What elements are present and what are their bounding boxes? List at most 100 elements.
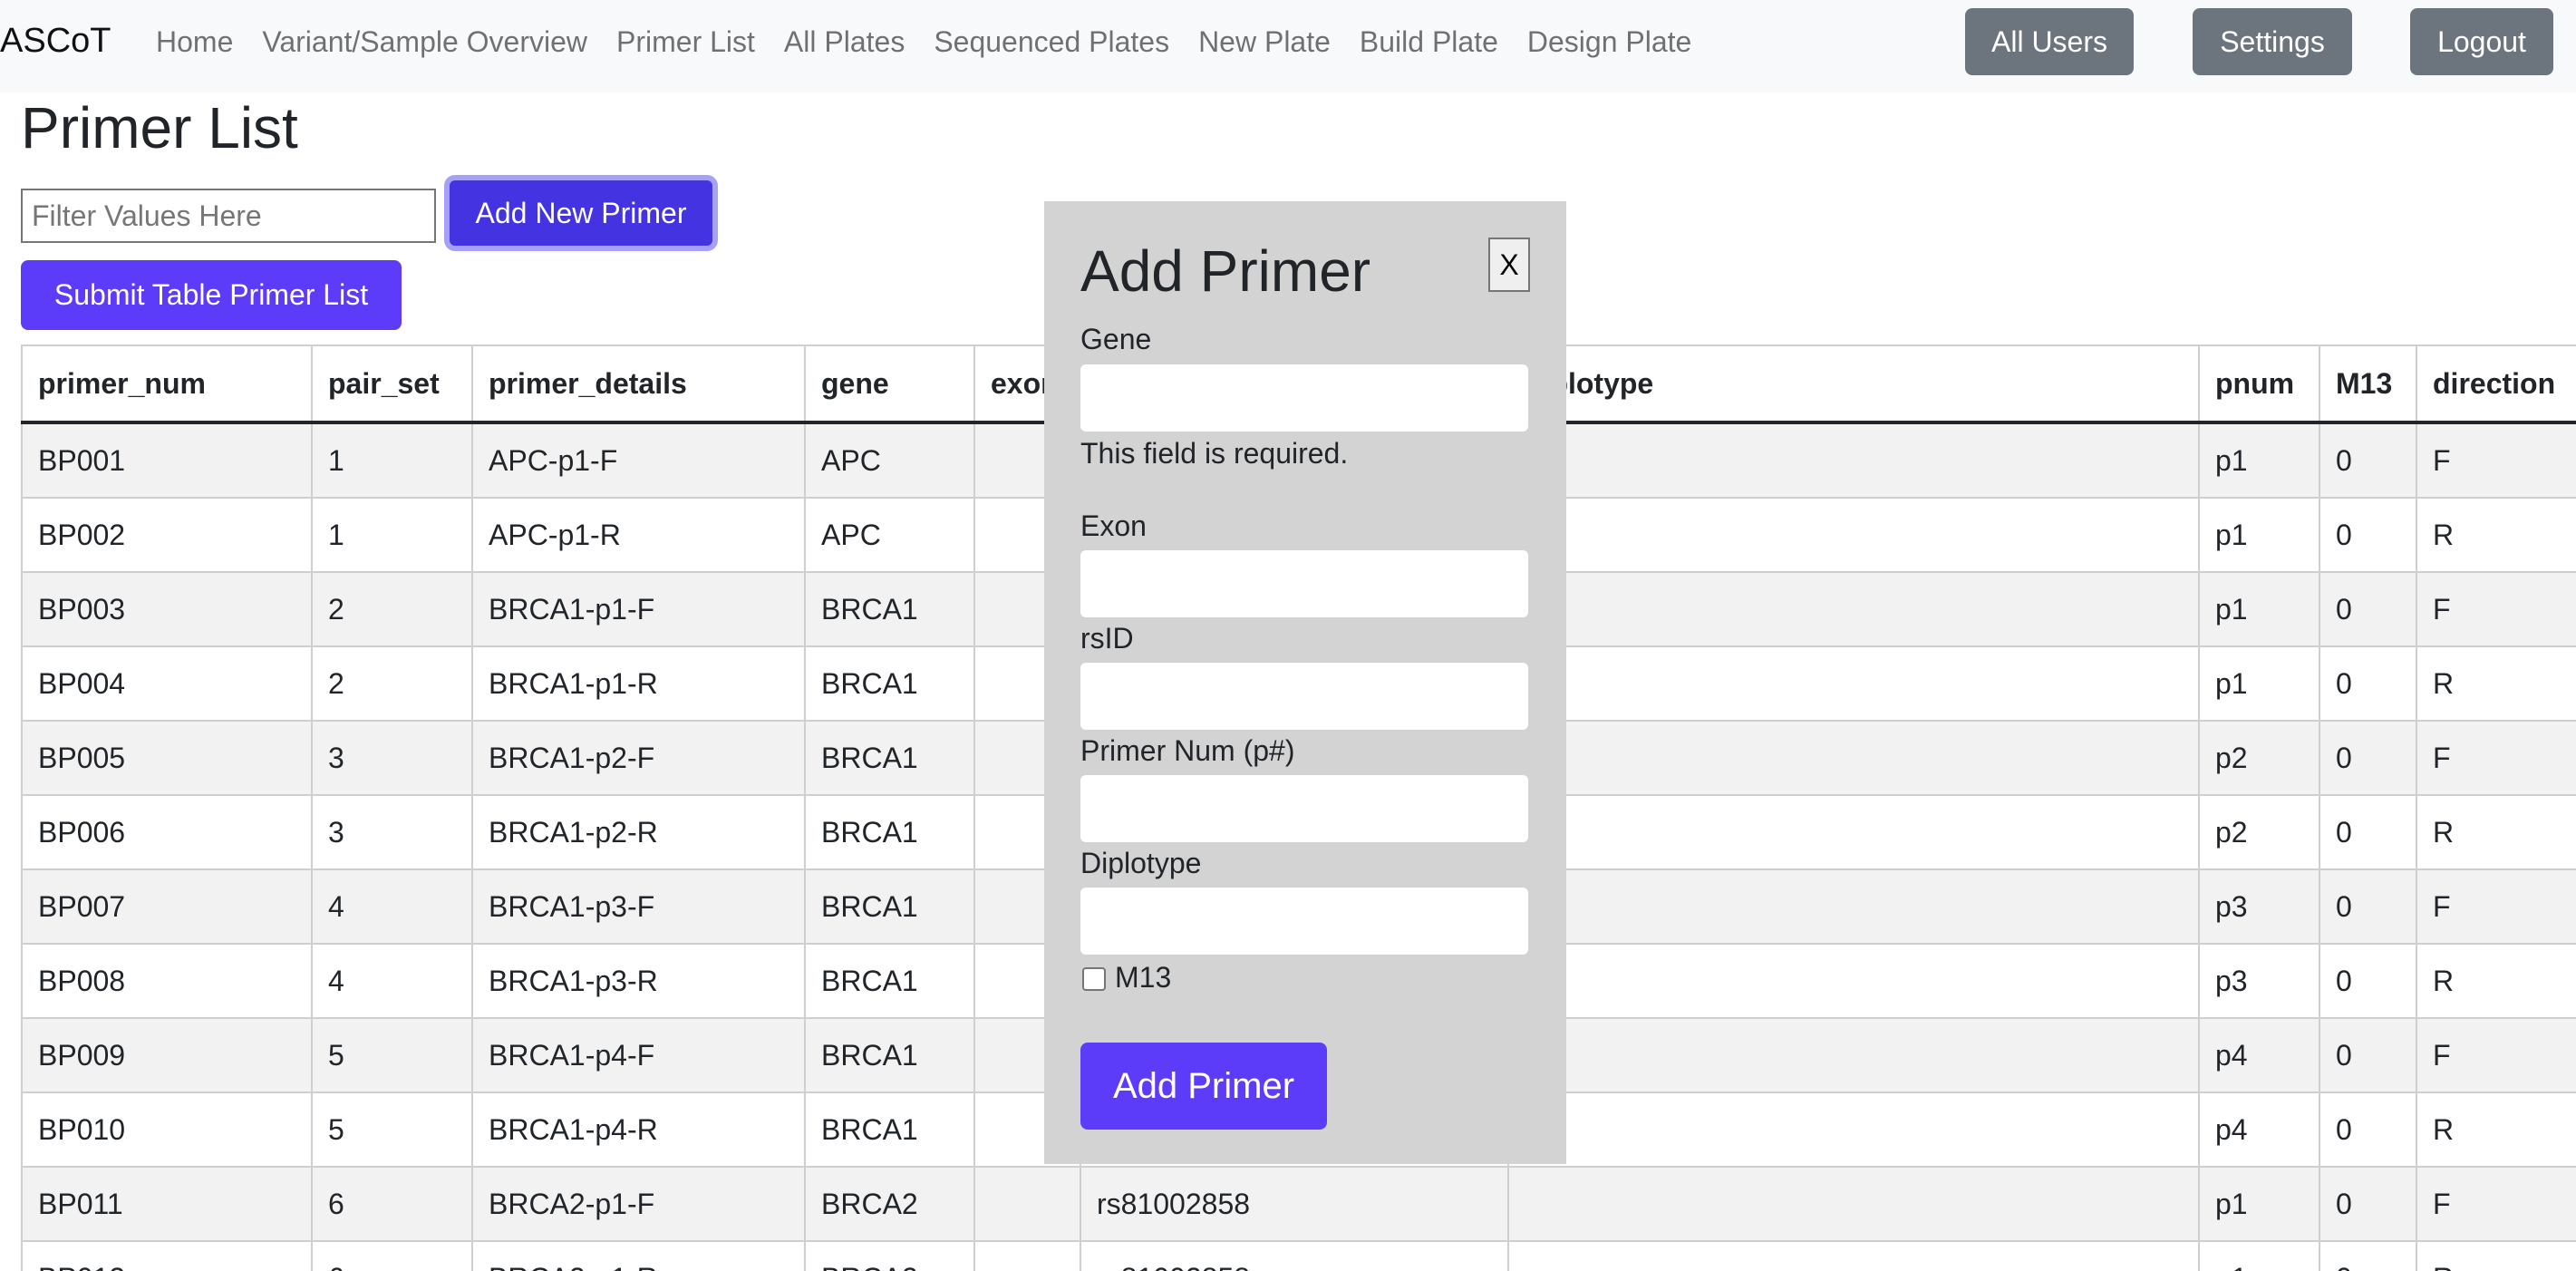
column-header-diplotype[interactable]: diplotype bbox=[1507, 344, 2200, 424]
table-cell-pnum: p1 bbox=[2198, 645, 2320, 722]
table-cell-diplotype bbox=[1507, 497, 2200, 573]
diplotype-input[interactable] bbox=[1080, 888, 1528, 955]
logout-button[interactable]: Logout bbox=[2410, 8, 2553, 75]
table-cell-primer-details: BRCA1-p2-F bbox=[471, 720, 806, 796]
nav-link-design-plate[interactable]: Design Plate bbox=[1527, 25, 1691, 59]
table-cell-direction: F bbox=[2416, 720, 2576, 796]
table-cell-pair-set: 2 bbox=[311, 645, 473, 722]
table-cell-primer-num: BP004 bbox=[21, 645, 313, 722]
exon-input[interactable] bbox=[1080, 550, 1528, 617]
table-row[interactable]: BP0126BRCA2-p1-RBRCA2 rs81002858 p10R bbox=[21, 1240, 2576, 1271]
column-header-primer-details[interactable]: primer_details bbox=[471, 344, 806, 424]
close-button[interactable]: X bbox=[1488, 238, 1530, 292]
table-cell-gene: BRCA1 bbox=[804, 645, 975, 722]
table-cell-m13: 0 bbox=[2319, 720, 2417, 796]
column-header-m13[interactable]: M13 bbox=[2319, 344, 2417, 424]
rsid-input[interactable] bbox=[1080, 663, 1528, 730]
table-cell-direction: F bbox=[2416, 868, 2576, 945]
table-cell-primer-num: BP009 bbox=[21, 1017, 313, 1093]
table-cell-diplotype bbox=[1507, 1166, 2200, 1242]
table-cell-diplotype bbox=[1507, 943, 2200, 1019]
modal-title: Add Primer bbox=[1080, 238, 1371, 304]
diplotype-label: Diplotype bbox=[1080, 847, 1202, 879]
all-users-button[interactable]: All Users bbox=[1965, 8, 2134, 75]
table-cell-gene: BRCA1 bbox=[804, 943, 975, 1019]
add-primer-submit-button[interactable]: Add Primer bbox=[1080, 1043, 1327, 1130]
table-row[interactable]: BP011 6 BRCA2-p1-F BRCA2 rs81002858 p1 0 F bbox=[21, 1166, 2576, 1242]
submit-table-primer-list-button[interactable]: Submit Table Primer List bbox=[21, 260, 402, 330]
table-cell-gene: BRCA1 bbox=[804, 868, 975, 945]
table-cell-m13: 0 bbox=[2319, 571, 2417, 647]
table-cell-direction: R bbox=[2416, 794, 2576, 870]
gene-input[interactable] bbox=[1080, 364, 1528, 432]
primer-num-input[interactable] bbox=[1080, 775, 1528, 842]
column-header-gene[interactable]: gene bbox=[804, 344, 975, 424]
table-cell-m13: 0 bbox=[2319, 1017, 2417, 1093]
table-cell-pnum: p1 bbox=[2198, 571, 2320, 647]
table-cell-primer-details: BRCA1-p4-R bbox=[471, 1092, 806, 1168]
table-cell-diplotype bbox=[1507, 1017, 2200, 1093]
table-cell-primer-details: APC-p1-R bbox=[471, 497, 806, 573]
nav-link-home[interactable]: Home bbox=[156, 25, 233, 59]
column-header-direction[interactable]: direction bbox=[2416, 344, 2576, 424]
table-cell-primer-num: BP002 bbox=[21, 497, 313, 573]
nav-link-primer-list[interactable]: Primer List bbox=[616, 25, 755, 59]
table-cell-pair-set: 4 bbox=[311, 868, 473, 945]
table-cell-gene: BRCA1 bbox=[804, 571, 975, 647]
nav-link-build-plate[interactable]: Build Plate bbox=[1360, 25, 1498, 59]
column-header-pair-set[interactable]: pair_set bbox=[311, 344, 473, 424]
gene-required-message: This field is required. bbox=[1080, 437, 1349, 470]
table-cell-primer-details: BRCA1-p4-F bbox=[471, 1017, 806, 1093]
table-cell-primer-num: BP006 bbox=[21, 794, 313, 870]
table-cell-direction: F bbox=[2416, 422, 2576, 499]
primer-num-label: Primer Num (p#) bbox=[1080, 734, 1295, 767]
table-cell-m13: 0 bbox=[2319, 497, 2417, 573]
table-cell-diplotype bbox=[1507, 645, 2200, 722]
table-cell-primer-num: BP003 bbox=[21, 571, 313, 647]
column-header-pnum[interactable]: pnum bbox=[2198, 344, 2320, 424]
table-cell-rsid: rs81002858 bbox=[1080, 1240, 1509, 1271]
m13-checkbox[interactable] bbox=[1082, 967, 1106, 991]
table-cell-direction: R bbox=[2416, 645, 2576, 722]
table-cell-direction: R bbox=[2416, 497, 2576, 573]
table-cell-diplotype bbox=[1507, 422, 2200, 499]
nav-link-sequenced-plates[interactable]: Sequenced Plates bbox=[934, 25, 1169, 59]
table-cell-pair-set: 6 bbox=[311, 1166, 473, 1242]
table-cell-exon bbox=[973, 1240, 1081, 1271]
table-cell-gene: BRCA1 bbox=[804, 720, 975, 796]
table-cell-m13: 0 bbox=[2319, 1166, 2417, 1242]
table-cell-direction: F bbox=[2416, 1166, 2576, 1242]
add-primer-modal: Add Primer X Gene This field is required… bbox=[1044, 201, 1566, 1164]
table-cell-diplotype bbox=[1507, 1092, 2200, 1168]
column-header-primer-num[interactable]: primer_num bbox=[21, 344, 313, 424]
table-cell-primer-details: BRCA1-p2-R bbox=[471, 794, 806, 870]
table-cell-primer-details: BRCA2-p1-R bbox=[471, 1240, 806, 1271]
table-cell-direction: R bbox=[2416, 1240, 2576, 1271]
table-cell-primer-details: BRCA2-p1-F bbox=[471, 1166, 806, 1242]
add-new-primer-button[interactable]: Add New Primer bbox=[444, 175, 718, 251]
table-cell-pnum: p2 bbox=[2198, 720, 2320, 796]
nav-link-new-plate[interactable]: New Plate bbox=[1198, 25, 1331, 59]
settings-button[interactable]: Settings bbox=[2193, 8, 2352, 75]
filter-input[interactable] bbox=[21, 189, 436, 243]
table-cell-primer-num: BP012 bbox=[21, 1240, 313, 1271]
table-cell-gene: APC bbox=[804, 422, 975, 499]
table-cell-primer-num: BP007 bbox=[21, 868, 313, 945]
table-cell-pnum: p3 bbox=[2198, 943, 2320, 1019]
table-cell-pair-set: 4 bbox=[311, 943, 473, 1019]
table-cell-pnum: p1 bbox=[2198, 497, 2320, 573]
table-cell-primer-details: BRCA1-p3-R bbox=[471, 943, 806, 1019]
table-cell-primer-num: BP005 bbox=[21, 720, 313, 796]
table-cell-rsid: rs81002858 bbox=[1080, 1166, 1509, 1242]
brand-logo[interactable]: ASCoT bbox=[0, 22, 111, 61]
table-cell-pnum: p1 bbox=[2198, 422, 2320, 499]
table-cell-m13: 0 bbox=[2319, 422, 2417, 499]
table-cell-pnum: p4 bbox=[2198, 1017, 2320, 1093]
table-cell-diplotype bbox=[1507, 868, 2200, 945]
nav-link-all-plates[interactable]: All Plates bbox=[784, 25, 905, 59]
table-cell-m13: 0 bbox=[2319, 1240, 2417, 1271]
table-cell-pair-set: 3 bbox=[311, 794, 473, 870]
nav-link-variant-sample-overview[interactable]: Variant/Sample Overview bbox=[262, 25, 587, 59]
table-cell-primer-details: BRCA1-p1-F bbox=[471, 571, 806, 647]
exon-label: Exon bbox=[1080, 509, 1147, 542]
